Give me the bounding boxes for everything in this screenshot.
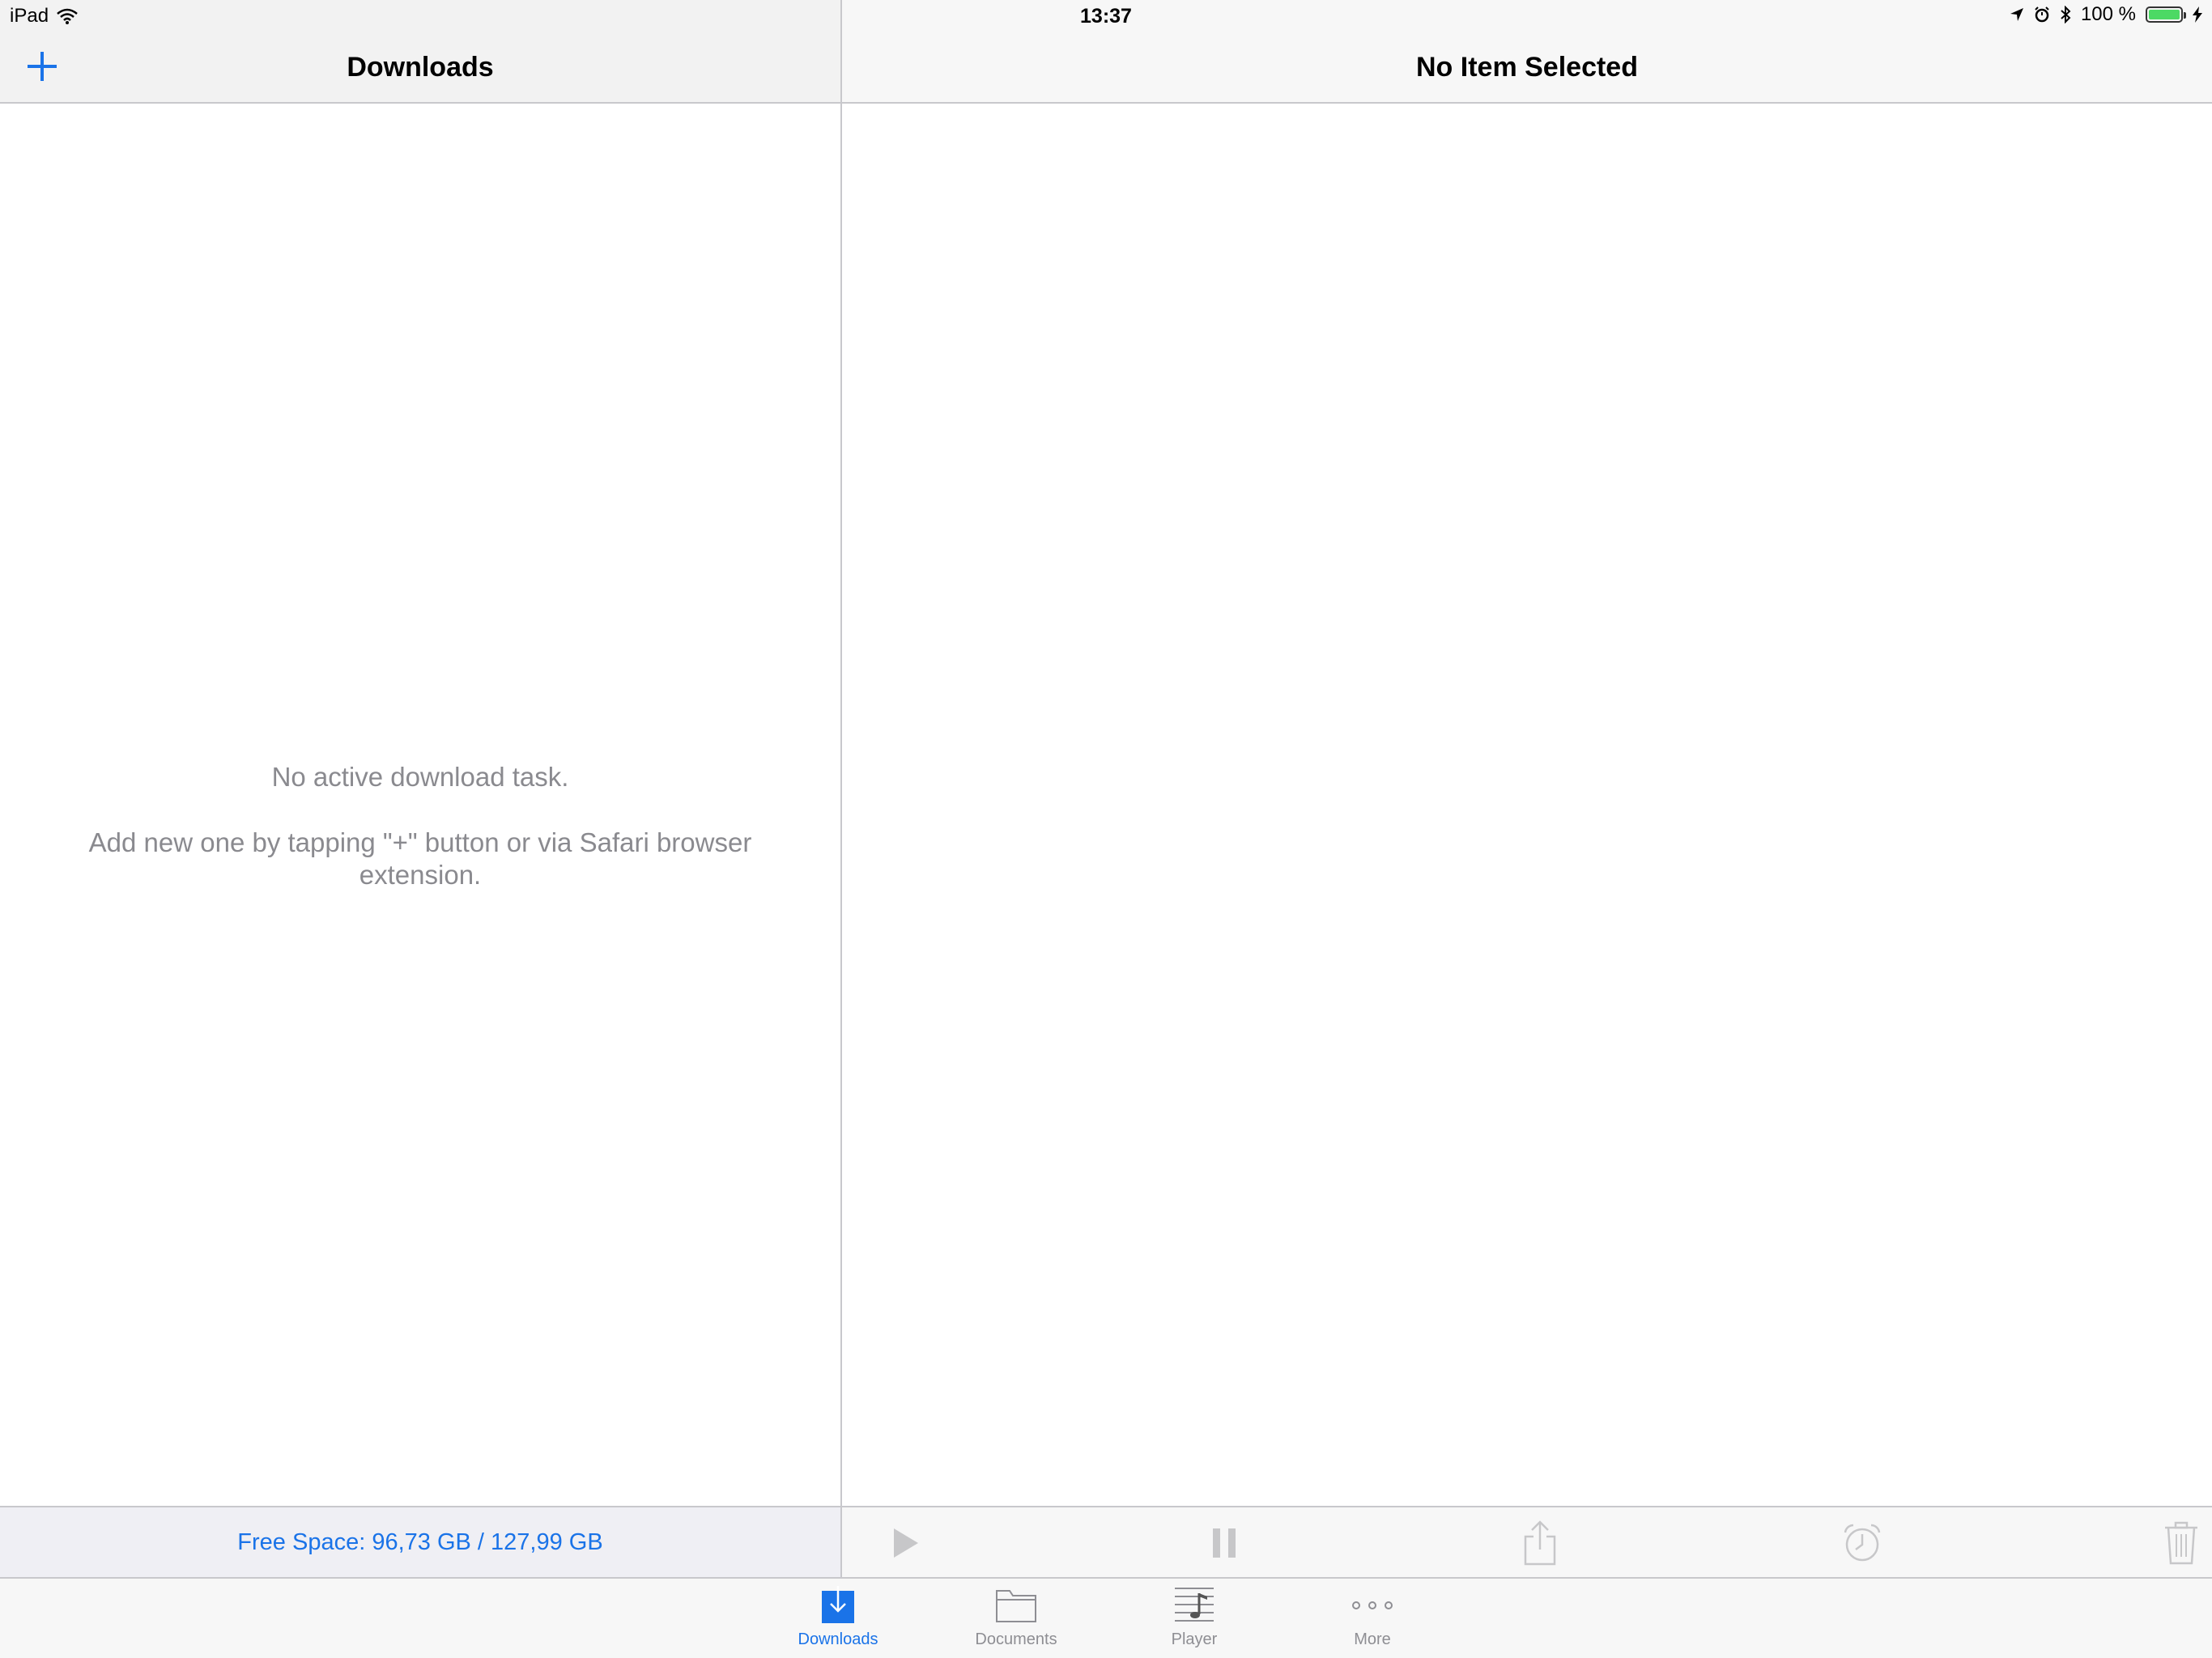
- alarm-clock-icon: [1844, 1524, 1881, 1562]
- share-button[interactable]: [1519, 1520, 1561, 1566]
- downloads-pane: Downloads No active download task. Add n…: [0, 0, 840, 1577]
- bluetooth-icon: [2061, 6, 2071, 23]
- share-icon: [1524, 1520, 1556, 1566]
- free-space-label: Free Space: 96,73 GB / 127,99 GB: [237, 1528, 603, 1555]
- free-space-bar: Free Space: 96,73 GB / 127,99 GB: [0, 1506, 840, 1577]
- empty-message: No active download task.: [271, 762, 569, 792]
- tab-bar: Downloads Documents Player More: [0, 1577, 2212, 1658]
- tab-label: More: [1354, 1630, 1391, 1648]
- detail-pane: No Item Selected: [842, 0, 2212, 1577]
- download-icon: [815, 1584, 861, 1627]
- pause-icon: [1213, 1528, 1236, 1558]
- more-dots-icon: [1350, 1584, 1395, 1627]
- tab-downloads[interactable]: Downloads: [765, 1584, 911, 1656]
- alarm-button[interactable]: [1841, 1522, 1883, 1564]
- tab-label: Downloads: [798, 1630, 878, 1648]
- folder-icon: [993, 1584, 1039, 1627]
- detail-toolbar: [842, 1506, 2212, 1577]
- tab-player[interactable]: Player: [1121, 1584, 1267, 1656]
- tab-label: Documents: [975, 1630, 1057, 1648]
- delete-button[interactable]: [2160, 1521, 2202, 1565]
- battery-icon: [2146, 6, 2186, 23]
- battery-fill: [2149, 10, 2180, 19]
- pause-button[interactable]: [1203, 1522, 1245, 1564]
- app-root: Downloads No active download task. Add n…: [0, 0, 2212, 1658]
- detail-title: No Item Selected: [1416, 52, 1638, 83]
- empty-hint: Add new one by tapping "+" button or via…: [88, 827, 752, 890]
- empty-state: No active download task. Add new one by …: [49, 761, 792, 891]
- charging-bolt-icon: [2193, 6, 2202, 23]
- music-player-icon: [1172, 1584, 1217, 1627]
- tab-documents[interactable]: Documents: [943, 1584, 1089, 1656]
- battery-percent: 100 %: [2080, 3, 2136, 25]
- status-time: 13:37: [1080, 5, 1132, 28]
- alarm-icon: [2035, 6, 2049, 23]
- tab-more[interactable]: More: [1300, 1584, 1445, 1656]
- tab-label: Player: [1171, 1630, 1218, 1648]
- status-right: 100 %: [2010, 3, 2202, 26]
- location-arrow-icon: [2010, 8, 2023, 21]
- play-button[interactable]: [884, 1522, 926, 1564]
- status-bar: iPad 13:37 100 %: [0, 0, 2212, 32]
- downloads-title: Downloads: [347, 52, 494, 83]
- play-icon: [894, 1528, 918, 1558]
- trash-icon: [2165, 1521, 2197, 1565]
